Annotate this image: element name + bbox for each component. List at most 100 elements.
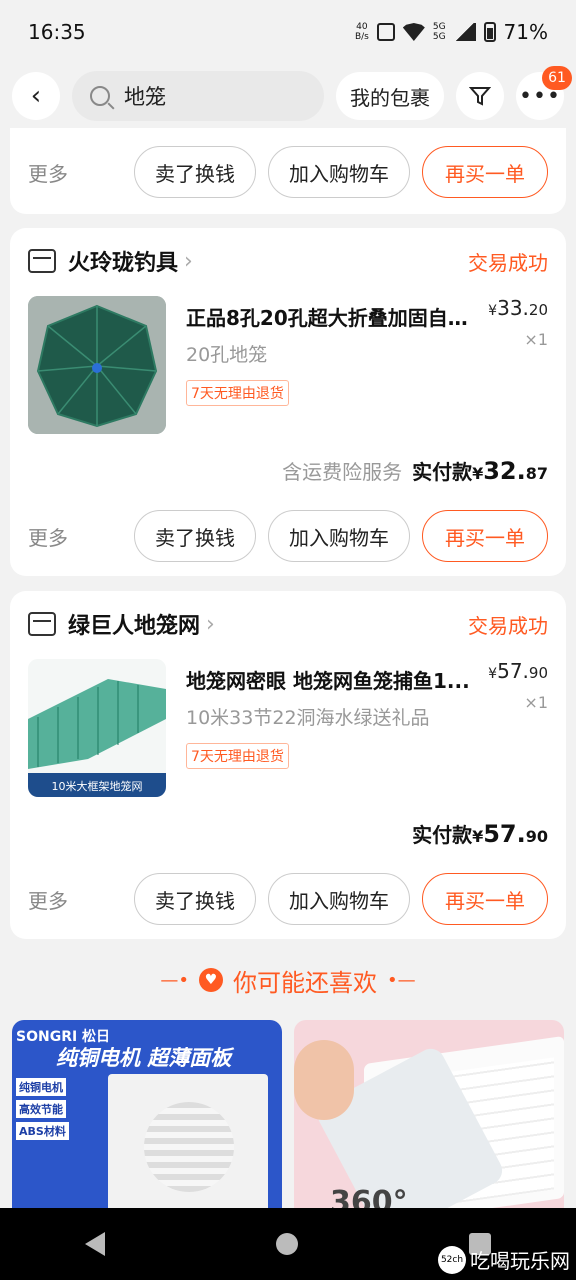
shop-icon [28, 612, 56, 636]
product-title[interactable]: 地笼网密眼 地笼网鱼笼捕鱼1... [186, 665, 486, 694]
sell-button[interactable]: 卖了换钱 [134, 146, 256, 198]
finger-image [294, 1040, 354, 1120]
status-icons: 40 B/s 5G 5G 71% [355, 20, 548, 44]
wifi-icon [402, 23, 425, 41]
buy-again-button[interactable]: 再买一单 [422, 146, 548, 198]
add-to-cart-button[interactable]: 加入购物车 [268, 146, 410, 198]
paid-currency: ¥ [472, 464, 484, 483]
shop-name: 火玲珑钓具 [68, 251, 179, 276]
currency-symbol: ¥ [488, 303, 498, 319]
battery-icon [483, 22, 496, 42]
status-bar: 16:35 40 B/s 5G 5G 71% [0, 0, 576, 64]
fishing-net-tube-image [28, 659, 166, 797]
order-actions: 更多 卖了换钱 加入购物车 再买一单 [10, 871, 566, 927]
price-integer: 57. [497, 659, 529, 683]
fishing-net-image [28, 296, 166, 434]
shop-header[interactable]: 绿巨人地笼网 › 交易成功 [28, 607, 548, 641]
chevron-right-icon: › [184, 248, 193, 274]
battery-level: 71% [503, 20, 548, 44]
product-quantity: ×1 [524, 693, 548, 712]
search-icon [90, 86, 110, 106]
status-time: 16:35 [28, 20, 86, 44]
watermark: 52ch 吃喝玩乐网 [438, 1245, 570, 1274]
top-bar: ‹ 地笼 我的包裹 ••• 61 [0, 66, 576, 122]
system-nav-bar: 52ch 吃喝玩乐网 [0, 1208, 576, 1280]
paid-integer: 32. [483, 457, 526, 485]
paid-integer: 57. [483, 820, 526, 848]
order-card[interactable]: 绿巨人地笼网 › 交易成功 10米大框架地笼网 地笼网密眼 地笼网鱼笼捕鱼1..… [10, 591, 566, 939]
back-button[interactable]: ‹ [12, 72, 60, 120]
product-price: ¥57.90 [488, 659, 548, 683]
product-quantity: ×1 [524, 330, 548, 349]
dash-right-icon: •— [387, 969, 416, 991]
thumb-caption: 10米大框架地笼网 [51, 780, 143, 793]
my-packages-button[interactable]: 我的包裹 [336, 72, 444, 120]
insurance-note: 含运费险服务 [282, 460, 403, 484]
chevron-right-icon: › [206, 611, 215, 637]
paid-amount-row: 含运费险服务 实付款 ¥ 32. 87 [282, 456, 548, 485]
feature-tag: 高效节能 [16, 1100, 66, 1118]
filter-icon [469, 87, 491, 106]
paid-label: 实付款 [412, 460, 473, 484]
nfc-icon [376, 23, 395, 41]
recommend-title: 你可能还喜欢 [233, 968, 377, 997]
chevron-left-icon: ‹ [30, 81, 42, 111]
search-value: 地笼 [124, 85, 166, 109]
order-status: 交易成功 [468, 250, 548, 275]
sell-button[interactable]: 卖了换钱 [134, 510, 256, 562]
currency-symbol: ¥ [488, 666, 498, 682]
recommend-headline: 纯铜电机 超薄面板 [56, 1046, 232, 1070]
product-image[interactable]: 10米大框架地笼网 [28, 659, 166, 797]
order-status: 交易成功 [468, 613, 548, 638]
notification-badge: 61 [542, 66, 572, 90]
nav-home-icon[interactable] [275, 1233, 298, 1255]
add-to-cart-button[interactable]: 加入购物车 [268, 510, 410, 562]
net-speed: 40 B/s [354, 22, 369, 42]
return-policy-tag: 7天无理由退货 [186, 380, 289, 406]
price-integer: 33. [497, 296, 529, 320]
add-to-cart-button[interactable]: 加入购物车 [268, 873, 410, 925]
return-policy-tag: 7天无理由退货 [186, 743, 289, 769]
buy-again-button[interactable]: 再买一单 [422, 510, 548, 562]
order-card-partial: 更多 卖了换钱 加入购物车 再买一单 [10, 128, 566, 214]
paid-decimal: 90 [525, 827, 548, 846]
price-decimal: 20 [528, 301, 548, 319]
sell-button[interactable]: 卖了换钱 [134, 873, 256, 925]
heart-icon: ♥ [199, 968, 223, 992]
shop-icon [28, 249, 56, 273]
feature-tag: ABS材料 [16, 1122, 69, 1140]
recommend-item[interactable]: 360° [294, 1020, 564, 1212]
shop-name: 绿巨人地笼网 [68, 614, 201, 639]
signal-type: 5G 5G [432, 22, 446, 42]
nav-back-icon[interactable] [85, 1232, 106, 1256]
search-input[interactable]: 地笼 [72, 71, 324, 121]
paid-label: 实付款 [412, 823, 473, 847]
buy-again-button[interactable]: 再买一单 [422, 873, 548, 925]
paid-decimal: 87 [525, 464, 548, 483]
dash-left-icon: —• [160, 969, 189, 991]
product-image[interactable] [28, 296, 166, 434]
more-button[interactable]: ••• 61 [516, 66, 572, 120]
filter-button[interactable] [456, 72, 504, 120]
watermark-text: 吃喝玩乐网 [470, 1249, 570, 1273]
paid-currency: ¥ [472, 827, 484, 846]
order-actions: 更多 卖了换钱 加入购物车 再买一单 [10, 144, 566, 200]
more-link[interactable]: 更多 [28, 522, 68, 551]
recommend-header: —• ♥ 你可能还喜欢 •— [0, 960, 576, 1000]
recommend-item[interactable]: SONGRI 松日 纯铜电机 超薄面板 纯铜电机 高效节能 ABS材料 [12, 1020, 282, 1212]
shop-header[interactable]: 火玲珑钓具 › 交易成功 [28, 244, 548, 278]
more-link[interactable]: 更多 [28, 885, 68, 914]
product-title[interactable]: 正品8孔20孔超大折叠加固自动捕鱼网 [186, 302, 486, 331]
more-link[interactable]: 更多 [28, 158, 68, 187]
signal-icon [453, 23, 476, 41]
product-spec: 10米33节22洞海水绿送礼品 [186, 707, 430, 729]
product-price: ¥33.20 [488, 296, 548, 320]
feature-tag: 纯铜电机 [16, 1078, 66, 1096]
fan-panel-image [108, 1074, 268, 1212]
watermark-logo: 52ch [438, 1245, 466, 1274]
paid-amount-row: 实付款 ¥ 57. 90 [412, 819, 548, 848]
product-spec: 20孔地笼 [186, 344, 268, 366]
order-actions: 更多 卖了换钱 加入购物车 再买一单 [10, 508, 566, 564]
order-card[interactable]: 火玲珑钓具 › 交易成功 正品8孔20孔超大折叠加固自动捕鱼网 20孔地笼 7天… [10, 228, 566, 576]
price-decimal: 90 [528, 664, 548, 682]
